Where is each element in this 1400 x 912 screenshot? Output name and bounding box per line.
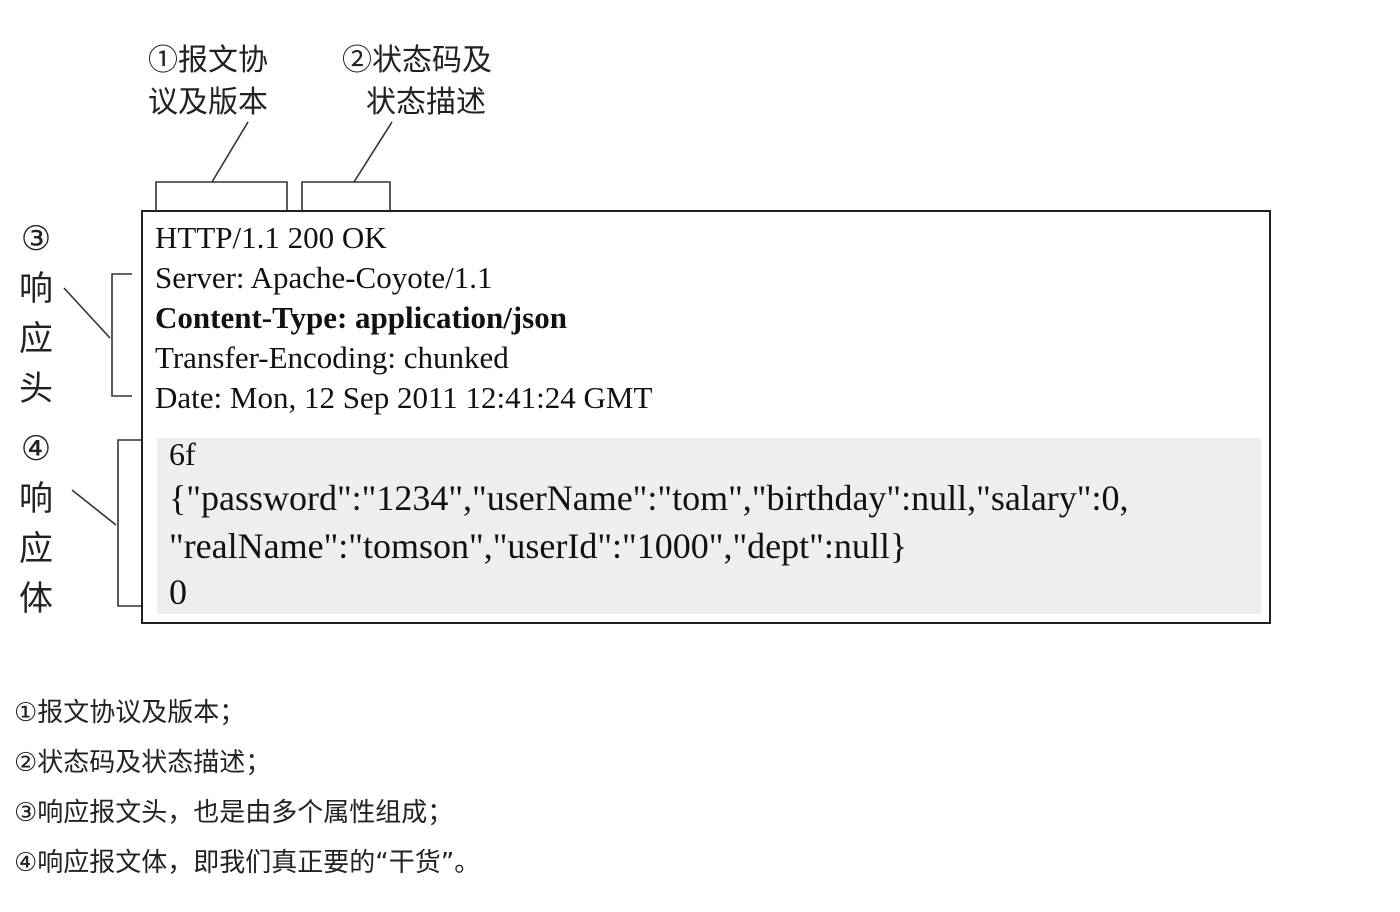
status-leader — [353, 121, 393, 183]
body-chunk-terminator: 0 — [169, 572, 187, 612]
annotation-status-code: ②状态码及 状态描述 — [342, 40, 492, 124]
label-response-header: ③ 响应头 — [14, 214, 58, 414]
notes-list: ①报文协议及版本； ②状态码及状态描述； ③响应报文头，也是由多个属性组成； ④… — [14, 688, 480, 888]
status-line: HTTP/1.1 200 OK — [155, 220, 387, 255]
body-leader — [71, 489, 117, 526]
annotation-protocol-line2: 议及版本 — [148, 85, 268, 120]
http-response-message: HTTP/1.1 200 OK Server: Apache-Coyote/1.… — [141, 210, 1271, 624]
label-response-header-number: ③ — [20, 219, 52, 259]
header-bracket — [111, 273, 132, 397]
label-response-body: ④ 响应体 — [14, 424, 58, 624]
status-bracket — [301, 181, 391, 210]
note-protocol: ①报文协议及版本； — [14, 698, 246, 728]
body-bracket — [117, 439, 141, 607]
annotation-status-line1: ②状态码及 — [342, 43, 492, 78]
label-response-header-chars: 响应头 — [19, 269, 53, 409]
label-response-body-number: ④ — [20, 429, 52, 469]
note-status: ②状态码及状态描述； — [14, 748, 272, 778]
annotation-protocol-version: ①报文协 议及版本 — [148, 40, 268, 124]
note-header: ③响应报文头，也是由多个属性组成； — [14, 798, 454, 828]
label-response-body-chars: 响应体 — [19, 479, 53, 619]
protocol-bracket — [155, 181, 288, 210]
note-body: ④响应报文体，即我们真正要的“干货”。 — [14, 848, 481, 878]
body-chunk-size: 6f — [169, 436, 196, 472]
header-content-type: Content-Type: application/json — [155, 300, 567, 335]
header-leader — [63, 287, 111, 339]
body-json-line2: "realName":"tomson","userId":"1000","dep… — [169, 526, 908, 566]
header-server: Server: Apache-Coyote/1.1 — [155, 260, 493, 295]
annotation-protocol-line1: ①报文协 — [148, 43, 268, 78]
response-body-panel: 6f {"password":"1234","userName":"tom","… — [157, 436, 1261, 614]
header-transfer-encoding: Transfer-Encoding: chunked — [155, 340, 509, 375]
protocol-leader — [211, 121, 249, 183]
body-json-line1: {"password":"1234","userName":"tom","bir… — [169, 478, 1129, 518]
header-date: Date: Mon, 12 Sep 2011 12:41:24 GMT — [155, 380, 653, 415]
annotation-status-line2: 状态描述 — [366, 85, 486, 120]
